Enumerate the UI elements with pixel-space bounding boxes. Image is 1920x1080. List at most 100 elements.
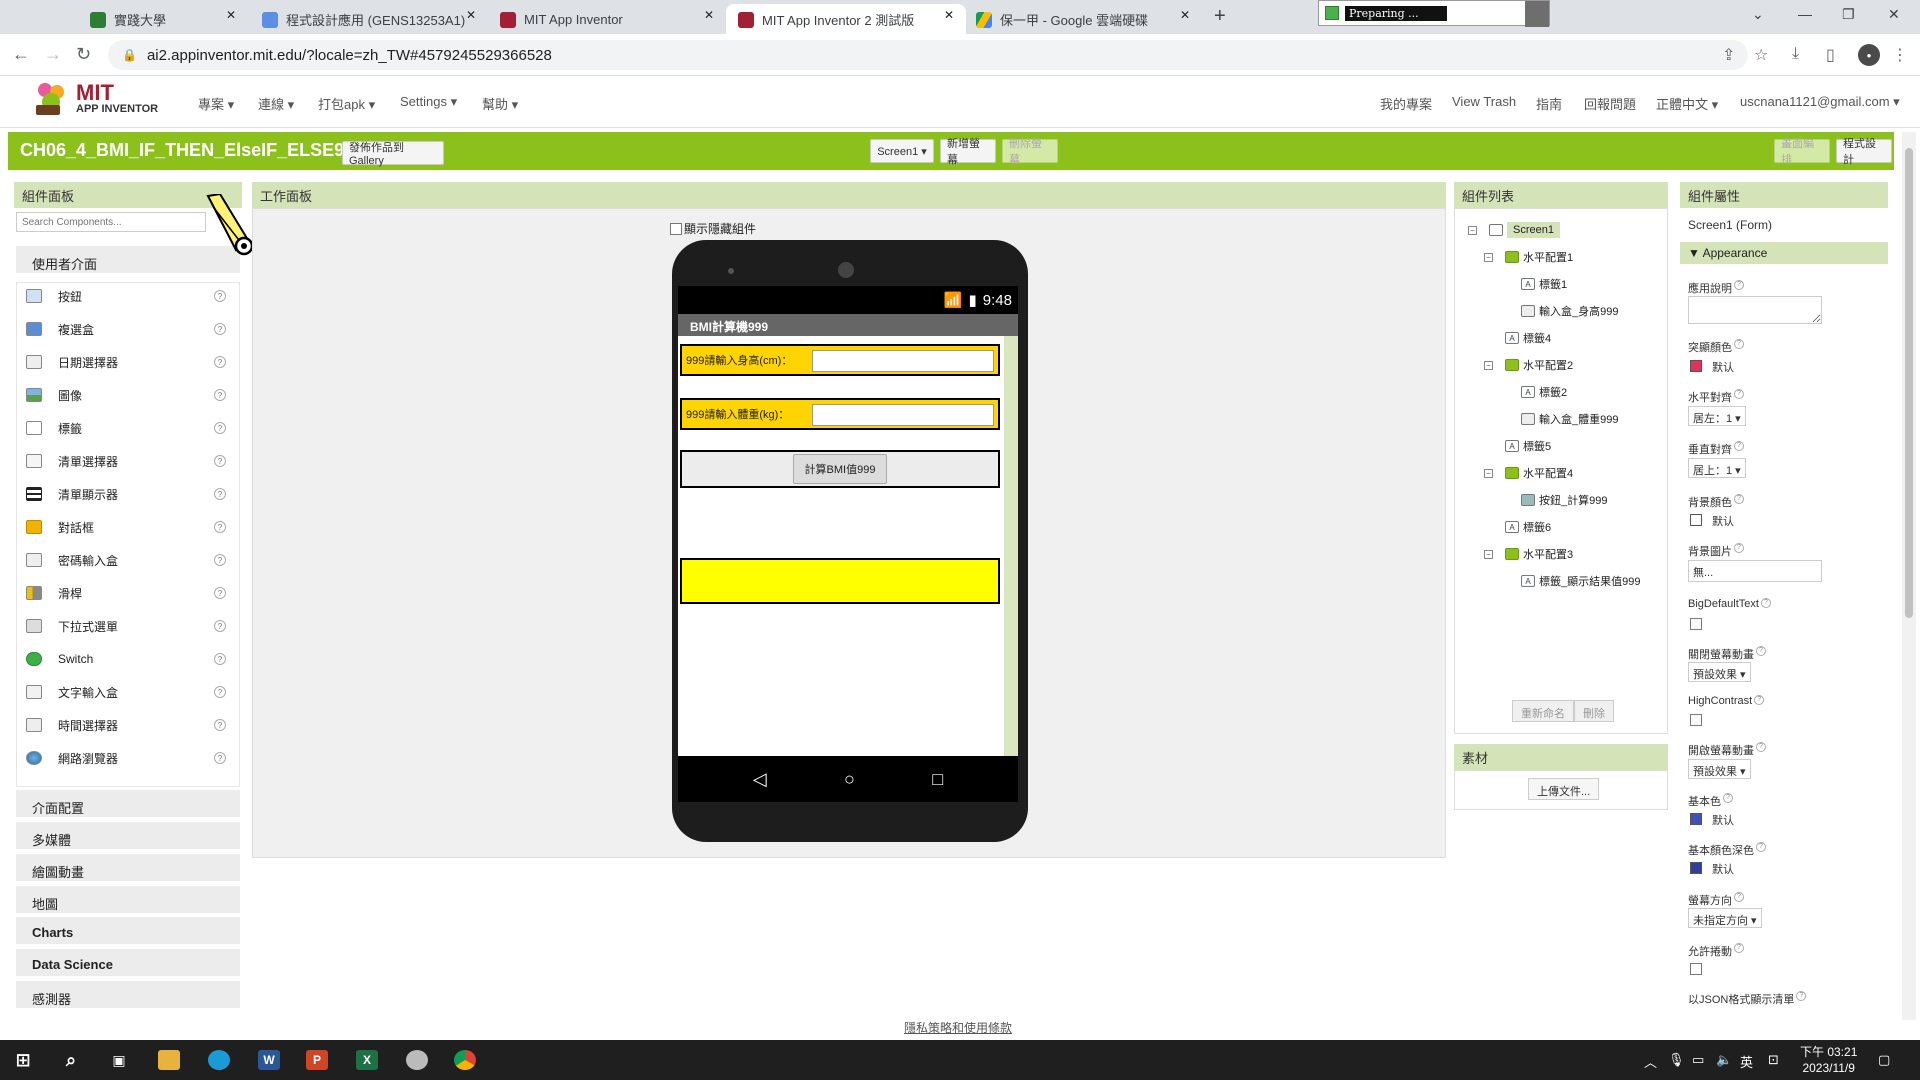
- ime-mode-icon[interactable]: ⊡: [1768, 1052, 1779, 1068]
- remove-screen-button[interactable]: 刪除螢幕: [1002, 138, 1058, 166]
- horizontal-arrangement-4[interactable]: 計算BMI值999: [680, 450, 1000, 488]
- palette-item-textbox[interactable]: 文字輸入盒?: [26, 677, 226, 707]
- edge-icon[interactable]: [208, 1050, 230, 1070]
- open-animation-select[interactable]: 預設效果 ▾: [1688, 759, 1751, 779]
- align-horizontal-select[interactable]: 居左：1 ▾: [1688, 406, 1746, 426]
- category-data-science[interactable]: Data Science: [16, 949, 240, 977]
- guide-link[interactable]: 指南: [1536, 94, 1562, 113]
- menu-settings[interactable]: Settings ▾: [400, 94, 457, 110]
- bg-image-picker[interactable]: 無...: [1688, 560, 1822, 582]
- palette-item-datepicker[interactable]: 日期選擇器?: [26, 347, 226, 377]
- help-icon[interactable]: ?: [214, 455, 226, 467]
- back-icon[interactable]: ←: [12, 44, 30, 65]
- tree-toggle-icon[interactable]: −: [1468, 225, 1477, 235]
- palette-item-switch[interactable]: Switch?: [26, 644, 226, 674]
- palette-item-slider[interactable]: 滑桿?: [26, 578, 226, 608]
- powerpoint-icon[interactable]: P: [306, 1050, 328, 1070]
- search-icon[interactable]: ⌕: [60, 1050, 82, 1070]
- view-trash-link[interactable]: View Trash: [1452, 94, 1516, 109]
- tree-node[interactable]: A 標籤_顯示結果值999: [1500, 573, 1640, 589]
- help-icon[interactable]: ?: [214, 290, 226, 302]
- page-scrollbar[interactable]: [1902, 132, 1916, 1020]
- help-icon[interactable]: ?: [214, 620, 226, 632]
- tree-node[interactable]: − 水平配置2: [1484, 357, 1573, 373]
- bg-color-swatch[interactable]: [1690, 514, 1702, 526]
- primary-color-value[interactable]: 默认: [1712, 812, 1734, 828]
- close-icon[interactable]: ✕: [466, 8, 476, 22]
- tree-node[interactable]: 輸入盒_體重999: [1500, 411, 1618, 427]
- screen-select[interactable]: Screen1 ▾: [870, 139, 934, 163]
- align-vertical-select[interactable]: 居上：1 ▾: [1688, 458, 1746, 478]
- tab-shijian[interactable]: 實踐大學: [78, 4, 250, 34]
- palette-item-spinner[interactable]: 下拉式選單?: [26, 611, 226, 641]
- designer-button[interactable]: 畫面編排: [1774, 138, 1830, 166]
- tree-node[interactable]: A 標籤6: [1484, 519, 1551, 535]
- windows-start-icon[interactable]: ⊞: [12, 1050, 34, 1070]
- delete-button[interactable]: 刪除: [1574, 700, 1614, 722]
- category-sensors[interactable]: 感測器: [16, 981, 240, 1009]
- category-maps[interactable]: 地圖: [16, 886, 240, 914]
- notification-icon[interactable]: ▢: [1878, 1052, 1890, 1068]
- privacy-terms-link[interactable]: 隱私策略和使用條款: [904, 1019, 1012, 1036]
- horizontal-arrangement-2[interactable]: 999請輸入體重(kg)：: [680, 398, 1000, 430]
- weight-input[interactable]: [812, 404, 994, 426]
- help-icon[interactable]: ?: [214, 356, 226, 368]
- download-icon[interactable]: ⤓: [1792, 45, 1799, 63]
- accent-color-swatch[interactable]: [1690, 360, 1702, 372]
- category-layout[interactable]: 介面配置: [16, 790, 240, 818]
- palette-item-timepicker[interactable]: 時間選擇器?: [26, 710, 226, 740]
- weight-label[interactable]: 999請輸入體重(kg)：: [686, 406, 789, 422]
- close-icon[interactable]: ✕: [704, 8, 714, 22]
- tree-toggle-icon[interactable]: −: [1484, 549, 1493, 559]
- help-icon[interactable]: ?: [214, 554, 226, 566]
- bigdefaulttext-checkbox[interactable]: [1690, 618, 1702, 630]
- tree-toggle-icon[interactable]: −: [1484, 360, 1493, 370]
- appearance-section[interactable]: ▼ Appearance: [1680, 242, 1888, 264]
- tree-node[interactable]: − Screen1: [1468, 222, 1560, 238]
- tree-node[interactable]: 輸入盒_身高999: [1500, 303, 1618, 319]
- chrome-icon[interactable]: [454, 1050, 476, 1070]
- checkbox-icon[interactable]: [670, 222, 682, 235]
- horizontal-arrangement-1[interactable]: 999請輸入身高(cm)：: [680, 344, 1000, 376]
- palette-item-listview[interactable]: 清單顯示器?: [26, 479, 226, 509]
- prop-about-input[interactable]: [1688, 296, 1822, 324]
- tree-toggle-icon[interactable]: −: [1484, 252, 1493, 262]
- tree-node[interactable]: − 水平配置3: [1484, 546, 1573, 562]
- menu-build[interactable]: 打包apk ▾: [318, 94, 375, 113]
- help-icon[interactable]: ?: [214, 521, 226, 533]
- share-icon[interactable]: ⇪: [1722, 45, 1735, 65]
- component-search-input[interactable]: [16, 212, 206, 232]
- system-clock[interactable]: 下午 03:21 2023/11/9: [1800, 1044, 1857, 1076]
- blocks-button[interactable]: 程式設計: [1836, 138, 1892, 166]
- tree-node[interactable]: A 標籤4: [1484, 330, 1551, 346]
- chevron-down-icon[interactable]: ⌄: [1752, 6, 1764, 23]
- account-menu[interactable]: uscnana1121@gmail.com ▾: [1740, 94, 1900, 110]
- palette-item-checkbox[interactable]: 複選盒?: [26, 314, 226, 344]
- close-icon[interactable]: ✕: [1180, 8, 1190, 22]
- help-icon[interactable]: ?: [214, 719, 226, 731]
- orientation-select[interactable]: 未指定方向 ▾: [1688, 908, 1762, 928]
- help-icon[interactable]: ?: [214, 389, 226, 401]
- menu-projects[interactable]: 專案 ▾: [198, 94, 234, 113]
- minimize-icon[interactable]: —: [1798, 6, 1812, 22]
- ime-indicator[interactable]: 英: [1740, 1052, 1753, 1071]
- palette-item-image[interactable]: 圖像?: [26, 380, 226, 410]
- rename-button[interactable]: 重新命名: [1512, 700, 1574, 722]
- tree-node[interactable]: − 水平配置4: [1484, 465, 1573, 481]
- bookmark-star-icon[interactable]: ☆: [1754, 45, 1768, 65]
- more-menu-icon[interactable]: ⋮: [1892, 45, 1908, 65]
- reload-icon[interactable]: ↻: [76, 44, 91, 65]
- tree-node[interactable]: − 水平配置1: [1484, 249, 1573, 265]
- menu-connect[interactable]: 連線 ▾: [258, 94, 294, 113]
- screen-recorder-icon[interactable]: [406, 1050, 428, 1070]
- highcontrast-checkbox[interactable]: [1690, 714, 1702, 726]
- height-input[interactable]: [812, 350, 994, 372]
- help-icon[interactable]: ?: [214, 422, 226, 434]
- category-drawing-animation[interactable]: 繪圖動畫: [16, 854, 240, 882]
- scrollable-checkbox[interactable]: [1690, 963, 1702, 975]
- tab-course[interactable]: 程式設計應用 (GENS13253A1): [250, 4, 486, 34]
- palette-item-label[interactable]: 標籤?: [26, 413, 226, 443]
- word-icon[interactable]: W: [258, 1050, 280, 1070]
- tab-mit-app-inventor[interactable]: MIT App Inventor: [488, 4, 724, 34]
- primary-dark-color-swatch[interactable]: [1690, 862, 1702, 874]
